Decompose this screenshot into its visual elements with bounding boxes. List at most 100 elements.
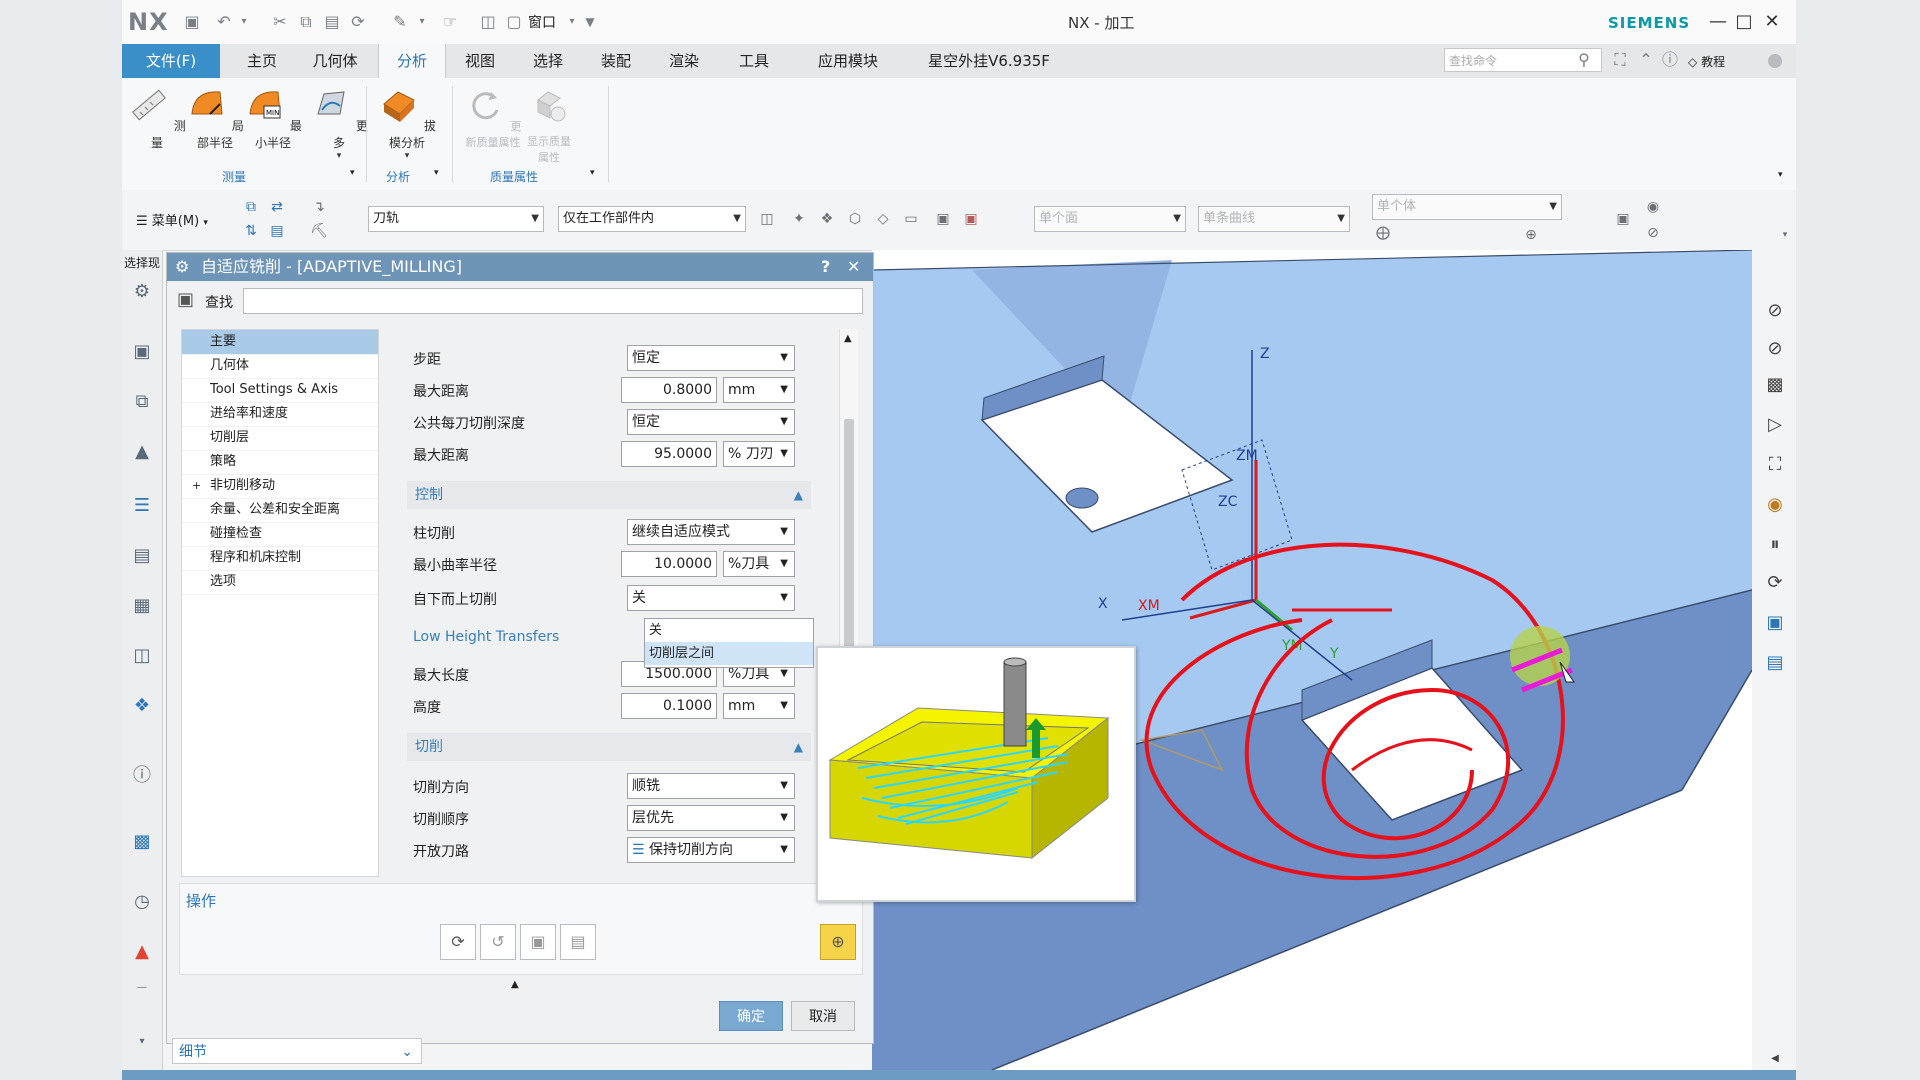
verify-toolpath-icon[interactable]: ▣ <box>1762 610 1788 636</box>
tab-select[interactable]: 选择 <box>520 44 576 78</box>
red-cube-icon[interactable]: ▣ <box>960 208 982 230</box>
tab-render[interactable]: 渲染 <box>656 44 712 78</box>
window-menu-label[interactable]: 窗口 <box>528 12 556 32</box>
sketch-pencil-icon[interactable]: ✎ <box>390 12 410 32</box>
info-icon[interactable]: ⓘ <box>130 764 154 788</box>
operation-navigator-icon[interactable]: ☰ <box>130 494 154 518</box>
show-hide-icon[interactable]: ⊘ <box>1762 336 1788 362</box>
fullscreen-icon[interactable]: ⛶ <box>1610 50 1630 70</box>
paste-icon[interactable]: ▤ <box>322 12 342 32</box>
select-body-icon[interactable]: ◇ <box>872 208 894 230</box>
window-menu-dropdown-icon[interactable]: ▾ <box>562 12 582 32</box>
dropdown-option-off[interactable]: 关 <box>645 619 813 642</box>
system-materials-icon[interactable]: ▲ <box>130 940 154 964</box>
show-icon[interactable]: ◉ <box>1642 196 1664 218</box>
pencil-dropdown-icon[interactable]: ▾ <box>412 12 432 32</box>
update-mass-properties-button[interactable]: 更新质量属性 <box>462 84 524 150</box>
replay-icon[interactable]: ↺ <box>480 924 516 960</box>
tab-plugin[interactable]: 星空外挂V6.935F <box>914 44 1064 78</box>
customize-toolbar-icon[interactable]: ▼ <box>580 12 600 32</box>
tab-application[interactable]: 应用模块 <box>802 44 894 78</box>
copy-icon[interactable]: ⧉ <box>296 12 316 32</box>
collapse-ribbon-icon[interactable]: ⌃ <box>1636 50 1656 70</box>
group-mass-dropdown-icon[interactable]: ▾ <box>590 168 595 178</box>
reuse-library-icon[interactable]: ◫ <box>130 644 154 668</box>
cube-view-icon[interactable]: ▣ <box>932 208 954 230</box>
minimize-icon[interactable]: — <box>1706 10 1730 34</box>
play-icon[interactable]: ▷ <box>1762 412 1788 438</box>
maximize-icon[interactable]: □ <box>1732 10 1756 34</box>
max-distance-input[interactable]: 0.8000 <box>621 377 717 403</box>
tab-tools[interactable]: 工具 <box>726 44 782 78</box>
post-process-icon[interactable]: ▤ <box>1762 650 1788 676</box>
select-all-icon[interactable]: ▤ <box>266 220 288 242</box>
pause-icon[interactable]: ⏸ <box>1762 532 1788 558</box>
min-radius-button[interactable]: MIN 最小半径 <box>242 84 304 151</box>
regenerate-icon[interactable]: ⟳ <box>1762 570 1788 596</box>
menu-button[interactable]: ☰ 菜单(M) ▾ <box>136 210 208 229</box>
help-icon[interactable]: ⓘ <box>1660 50 1680 70</box>
selection-scope-select[interactable]: 仅在工作部件内 ▼ <box>558 206 746 232</box>
touch-mode-icon[interactable]: ☞ <box>440 12 460 32</box>
expand-plus-icon[interactable]: + <box>192 474 201 498</box>
dialog-help-icon[interactable]: ? <box>821 253 830 281</box>
tree-item-main[interactable]: 主要 <box>182 330 378 355</box>
group-measure-dropdown-icon[interactable]: ▾ <box>350 168 355 178</box>
more-button[interactable]: 更多 ▾ <box>308 84 370 161</box>
history-icon[interactable]: ◷ <box>130 890 154 914</box>
pillar-cut-select[interactable]: 继续自适应模式 ▼ <box>627 519 795 545</box>
common-depth-select[interactable]: 恒定 ▼ <box>627 409 795 435</box>
search-icon[interactable]: ⚲ <box>1574 50 1594 70</box>
measure-button[interactable]: 测量 <box>126 84 188 151</box>
low-height-section-title[interactable]: Low Height Transfers <box>413 629 559 645</box>
min-radius-input[interactable]: 10.0000 <box>621 551 717 577</box>
machine-tool-navigator-icon[interactable]: ▤ <box>130 544 154 568</box>
constraint-navigator-icon[interactable]: ▲ <box>130 440 154 464</box>
scroll-up-icon[interactable]: ▲ <box>844 333 852 344</box>
undo-icon[interactable]: ↶ <box>214 12 234 32</box>
switch-window-icon[interactable]: ◫ <box>478 12 498 32</box>
tree-item-tool-settings[interactable]: Tool Settings & Axis <box>182 378 378 403</box>
cancel-button[interactable]: 取消 <box>791 1001 855 1031</box>
show-mass-properties-button[interactable]: 显示质量属性 <box>522 84 576 165</box>
tree-item-collision-check[interactable]: 碰撞检查 <box>182 522 378 547</box>
list-icon[interactable]: ▤ <box>560 924 596 960</box>
toolbar-expand-icon[interactable]: ▾ <box>1774 224 1796 246</box>
resbar-scroll-down-icon[interactable]: ▾ <box>130 1030 154 1054</box>
machining-feature-navigator-icon[interactable]: ▦ <box>130 594 154 618</box>
local-radius-button[interactable]: 局部半径 <box>184 84 246 151</box>
details-select[interactable]: 细节 ⌄ <box>172 1038 422 1064</box>
file-menu-tab[interactable]: 文件(F) <box>122 44 220 78</box>
tab-view[interactable]: 视图 <box>452 44 508 78</box>
tree-item-strategy[interactable]: 策略 <box>182 450 378 475</box>
cut-direction-select[interactable]: 顺铣 ▼ <box>627 773 795 799</box>
max-distance2-input[interactable]: 95.0000 <box>621 441 717 467</box>
tab-geometry[interactable]: 几何体 <box>302 44 368 78</box>
web-browser-icon[interactable]: ▩ <box>130 830 154 854</box>
roles-icon[interactable]: — <box>130 976 154 1000</box>
tab-assembly[interactable]: 装配 <box>588 44 644 78</box>
save-icon[interactable]: ▣ <box>182 12 202 32</box>
tree-item-feeds-speeds[interactable]: 进给率和速度 <box>182 402 378 427</box>
tree-item-stock-tolerance[interactable]: 余量、公差和安全距离 <box>182 498 378 523</box>
group-analysis-dropdown-icon[interactable]: ▾ <box>434 168 439 178</box>
generate-icon[interactable]: ⟳ <box>440 924 476 960</box>
height-input[interactable]: 0.1000 <box>621 693 717 719</box>
hide-icon[interactable]: ⊘ <box>1642 222 1664 244</box>
select-face-icon[interactable]: ⬡ <box>844 208 866 230</box>
max-distance-unit-select[interactable]: mm ▼ <box>723 377 795 403</box>
repeat-command-icon[interactable]: ⟳ <box>348 12 368 32</box>
hide-object-icon[interactable]: ⊘ <box>1762 298 1788 324</box>
verify-icon[interactable]: ▣ <box>520 924 556 960</box>
dialog-close-icon[interactable]: ✕ <box>847 253 860 281</box>
tool-holder-icon[interactable]: ▩ <box>1762 372 1788 398</box>
window-icon[interactable]: ▢ <box>504 12 524 32</box>
select-point-icon[interactable]: ❖ <box>816 208 838 230</box>
tutorial-link[interactable]: ◇ 教程 <box>1688 53 1725 70</box>
body-rule-select[interactable]: 单个体 ▼ <box>1372 194 1562 220</box>
max-distance2-unit-select[interactable]: % 刀刃 ▼ <box>723 441 795 467</box>
curve-rule-select[interactable]: 单条曲线 ▼ <box>1198 206 1350 232</box>
ok-button[interactable]: 确定 <box>719 1001 783 1031</box>
snap-grid-icon[interactable]: ⨁ <box>1372 222 1394 244</box>
filter-toolpath-icon[interactable]: ◫ <box>756 208 778 230</box>
